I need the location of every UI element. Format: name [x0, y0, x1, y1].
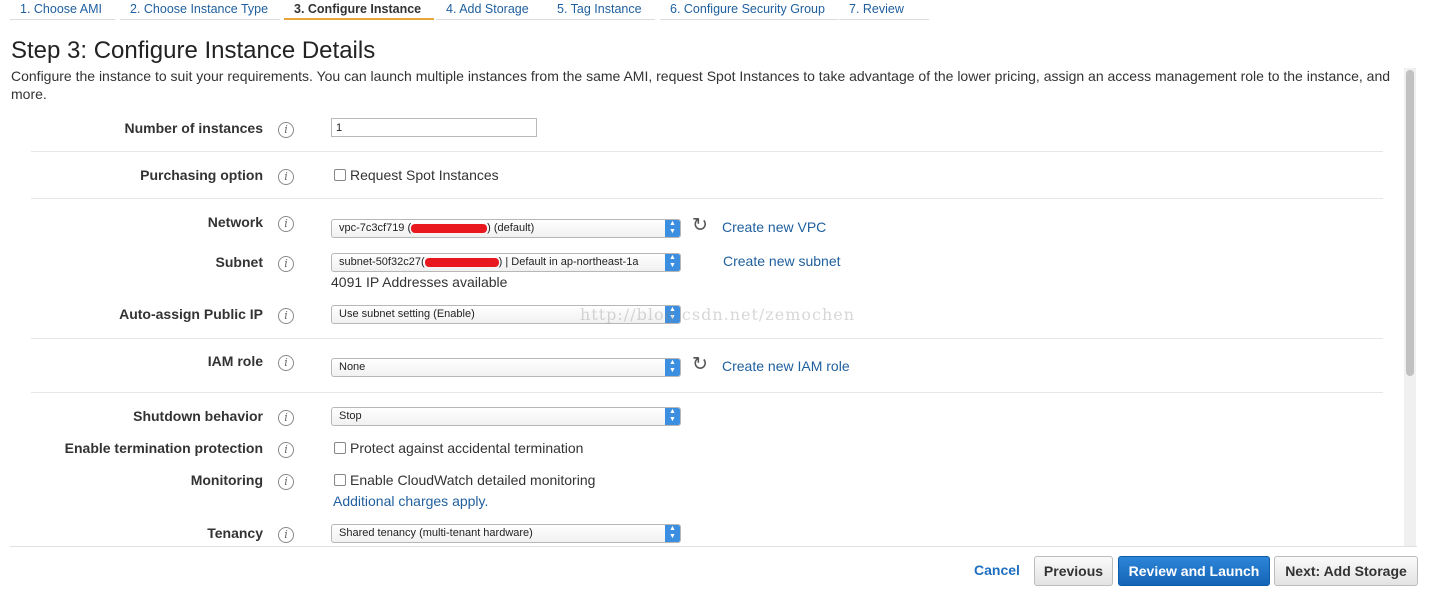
info-icon[interactable]: i: [278, 355, 294, 371]
shutdown-behavior-value: Stop: [339, 410, 362, 422]
info-icon[interactable]: i: [278, 256, 294, 272]
info-icon[interactable]: i: [278, 410, 294, 426]
subnet-available-ips: 4091 IP Addresses available: [331, 274, 508, 290]
create-new-subnet-link[interactable]: Create new subnet: [723, 253, 841, 269]
refresh-icon[interactable]: ↻: [692, 355, 708, 374]
number-of-instances-input[interactable]: [331, 118, 537, 137]
network-value-prefix: vpc-7c3cf719 (: [339, 222, 412, 234]
create-new-iam-role-link[interactable]: Create new IAM role: [722, 358, 850, 374]
label-subnet: Subnet: [215, 254, 263, 270]
info-icon[interactable]: i: [278, 122, 294, 138]
label-network: Network: [207, 214, 263, 230]
footer-divider: [10, 546, 1417, 547]
create-new-vpc-link[interactable]: Create new VPC: [722, 219, 826, 235]
info-icon[interactable]: i: [278, 442, 294, 458]
cancel-button[interactable]: Cancel: [970, 556, 1024, 586]
iam-role-select[interactable]: None ▲ ▼: [331, 358, 681, 377]
divider: [31, 198, 1383, 199]
info-icon[interactable]: i: [278, 308, 294, 324]
termination-protection-checkbox[interactable]: [334, 442, 346, 454]
chevron-updown-icon: ▲ ▼: [665, 525, 680, 542]
redaction-mark: [411, 223, 488, 233]
chevron-updown-icon: ▲ ▼: [665, 220, 680, 237]
redaction-mark: [424, 257, 499, 267]
termination-protection-option: Protect against accidental termination: [334, 440, 583, 456]
tab-add-storage[interactable]: 4. Add Storage: [436, 0, 551, 20]
tab-tag-instance[interactable]: 5. Tag Instance: [547, 0, 655, 20]
watermark: http://blog.csdn.net/zemochen: [580, 305, 856, 324]
chevron-updown-icon: ▲ ▼: [665, 254, 680, 271]
tab-choose-ami[interactable]: 1. Choose AMI: [10, 0, 115, 20]
info-icon[interactable]: i: [278, 216, 294, 232]
review-and-launch-button[interactable]: Review and Launch: [1118, 556, 1270, 586]
tenancy-select[interactable]: Shared tenancy (multi-tenant hardware) ▲…: [331, 524, 681, 543]
monitoring-option: Enable CloudWatch detailed monitoring: [334, 472, 595, 488]
subnet-value-suffix: ) | Default in ap-northeast-1a: [498, 256, 639, 268]
divider: [31, 392, 1383, 393]
label-termination-protection: Enable termination protection: [64, 440, 263, 456]
iam-role-value: None: [339, 361, 366, 373]
tab-choose-instance-type[interactable]: 2. Choose Instance Type: [120, 0, 280, 20]
divider: [31, 151, 1383, 152]
label-iam-role: IAM role: [207, 353, 263, 369]
spot-instances-checkbox[interactable]: [334, 169, 346, 181]
info-icon[interactable]: i: [278, 474, 294, 490]
previous-button[interactable]: Previous: [1034, 556, 1113, 586]
page-description: Configure the instance to suit your requ…: [11, 68, 1391, 102]
subnet-value-prefix: subnet-50f32c27(: [339, 256, 425, 268]
subnet-select[interactable]: subnet-50f32c27( ) | Default in ap-northe…: [331, 253, 681, 272]
additional-charges-link[interactable]: Additional charges apply.: [333, 493, 488, 509]
tab-configure-security-group[interactable]: 6. Configure Security Group: [660, 0, 838, 20]
page-title: Step 3: Configure Instance Details: [11, 37, 376, 64]
network-select[interactable]: vpc-7c3cf719 ( ) (default) ▲ ▼: [331, 219, 681, 238]
label-tenancy: Tenancy: [207, 525, 263, 541]
spot-instances-option: Request Spot Instances: [334, 167, 499, 183]
label-purchasing-option: Purchasing option: [140, 167, 263, 183]
tab-configure-instance[interactable]: 3. Configure Instance: [284, 0, 434, 20]
monitoring-checkbox[interactable]: [334, 474, 346, 486]
label-auto-assign-public-ip: Auto-assign Public IP: [119, 306, 263, 322]
monitoring-label: Enable CloudWatch detailed monitoring: [350, 472, 596, 488]
label-number-of-instances: Number of instances: [124, 120, 263, 136]
chevron-updown-icon: ▲ ▼: [665, 359, 680, 376]
network-value-suffix: ) (default): [487, 222, 535, 234]
next-add-storage-button[interactable]: Next: Add Storage: [1274, 556, 1418, 586]
shutdown-behavior-select[interactable]: Stop ▲ ▼: [331, 407, 681, 426]
refresh-icon[interactable]: ↻: [692, 216, 708, 235]
public-ip-value: Use subnet setting (Enable): [339, 308, 475, 320]
scrollbar[interactable]: [1404, 68, 1416, 546]
tenancy-value: Shared tenancy (multi-tenant hardware): [339, 527, 533, 539]
info-icon[interactable]: i: [278, 169, 294, 185]
termination-protection-label: Protect against accidental termination: [350, 440, 584, 456]
label-monitoring: Monitoring: [190, 472, 263, 488]
divider: [31, 338, 1383, 339]
scrollbar-thumb[interactable]: [1406, 70, 1414, 376]
tab-review[interactable]: 7. Review: [839, 0, 929, 20]
chevron-updown-icon: ▲ ▼: [665, 408, 680, 425]
info-icon[interactable]: i: [278, 527, 294, 543]
spot-instances-label: Request Spot Instances: [350, 167, 499, 183]
label-shutdown-behavior: Shutdown behavior: [133, 408, 263, 424]
